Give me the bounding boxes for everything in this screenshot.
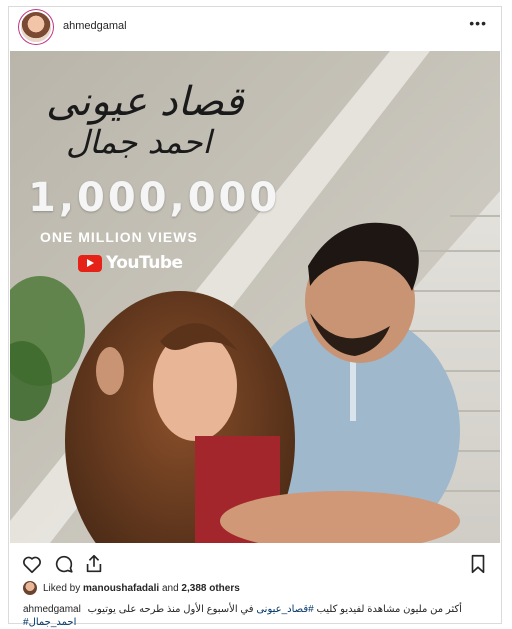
song-title: قصاد عيونى [46,79,244,125]
bookmark-icon[interactable] [467,553,489,575]
youtube-play-icon [78,254,102,272]
youtube-logo: YouTube [78,253,183,273]
liker-avatar[interactable] [23,581,37,595]
caption-text: أكثر من مليون مشاهدة لفيديو كليب [316,604,462,615]
youtube-wordmark: YouTube [106,253,183,273]
post-caption: ahmedgamal أكثر من مليون مشاهدة لفيديو ك… [23,603,493,629]
artist-name: احمد جمال [66,123,212,161]
caption-text-2: في الأسبوع الأول منذ طرحه على يوتيوب [87,604,254,615]
post-image[interactable]: قصاد عيونى احمد جمال 1,000,000 ONE MILLI… [10,51,500,543]
post-header: ahmedgamal ••• [9,7,501,51]
views-label: ONE MILLION VIEWS [40,229,198,245]
share-icon[interactable] [83,553,105,575]
likes-others[interactable]: 2,388 others [181,583,239,594]
caption-username[interactable]: ahmedgamal [23,604,81,615]
likes-middle: and [161,582,179,594]
likes-summary: Liked by manoushafadali and 2,388 others [23,581,240,595]
post-username[interactable]: ahmedgamal [63,20,127,32]
liker-username[interactable]: manoushafadali [83,583,159,594]
comment-icon[interactable] [53,553,75,575]
post-actions [9,547,501,577]
avatar[interactable] [21,12,51,42]
caption-hashtag-artist[interactable]: #احمد_جمال [23,617,76,628]
more-options-icon[interactable]: ••• [469,15,487,31]
caption-hashtag-song[interactable]: #قصاد_عيونى [256,604,313,615]
views-count: 1,000,000 [28,175,281,221]
heart-icon[interactable] [21,553,43,575]
likes-prefix: Liked by [43,582,81,594]
post-card: ahmedgamal ••• قصاد عيونى احمد جمال 1,00… [8,6,502,628]
